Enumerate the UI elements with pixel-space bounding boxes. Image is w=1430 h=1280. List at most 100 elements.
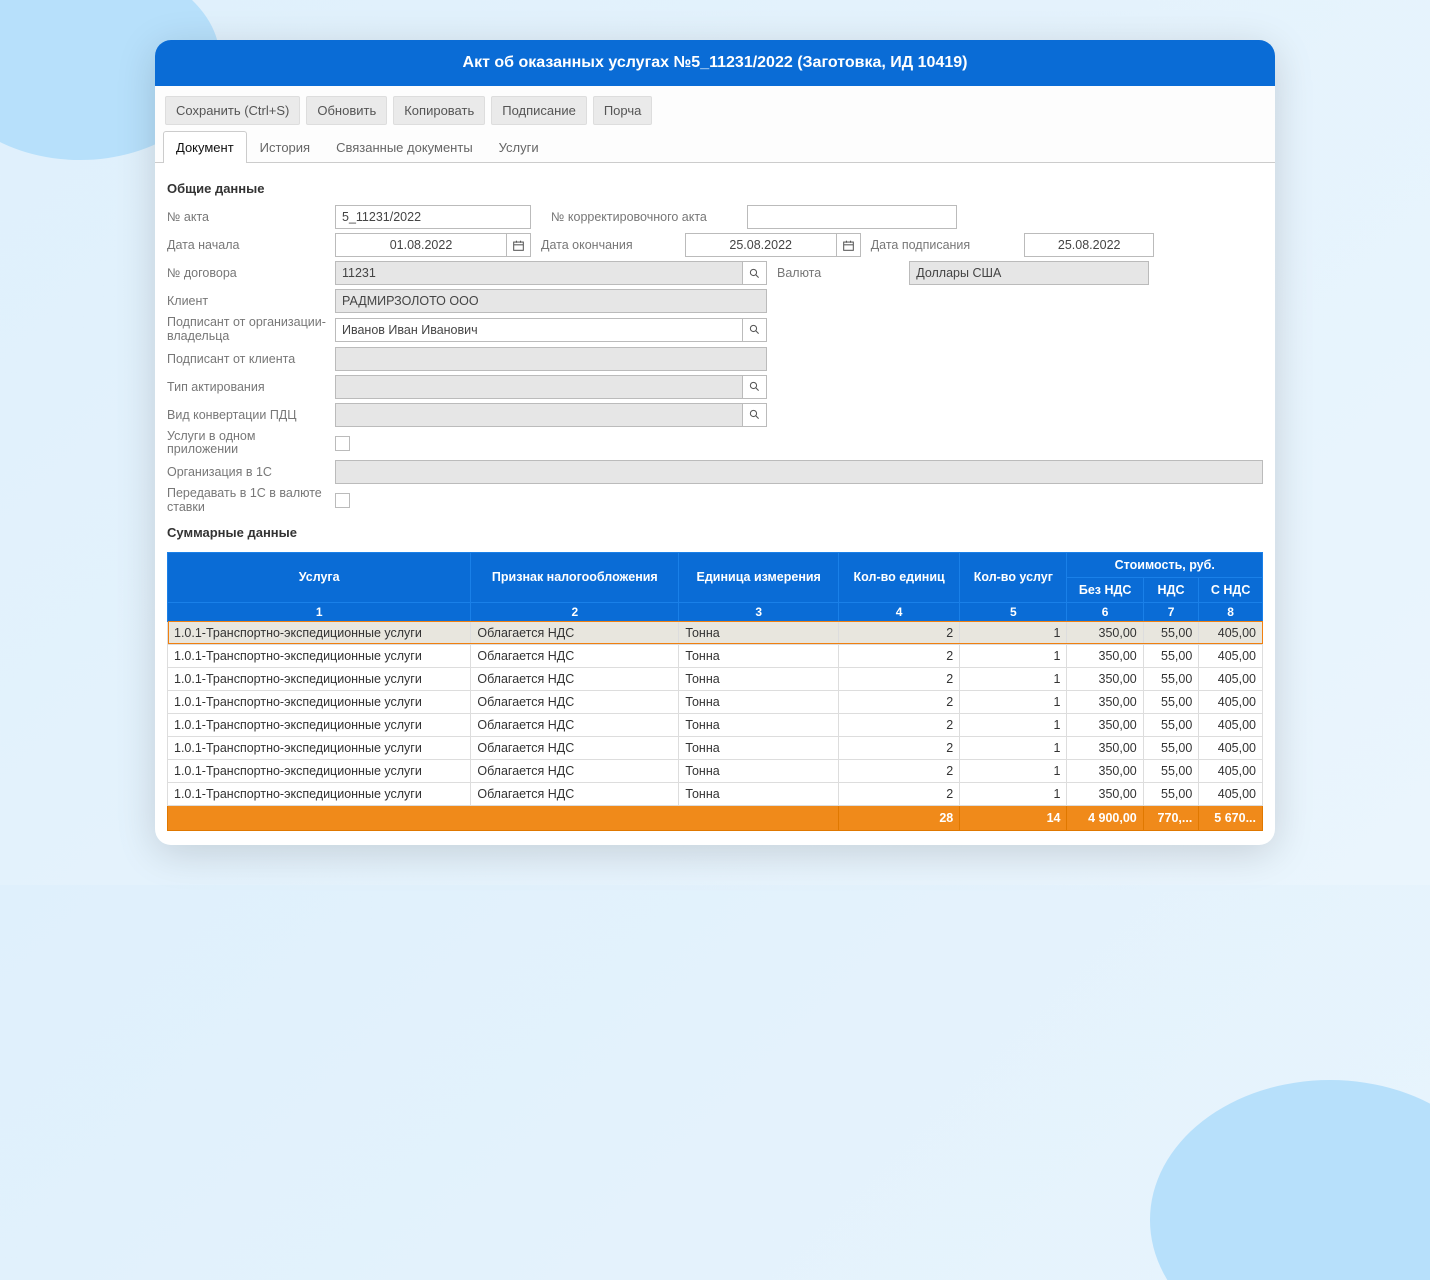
cell-unitsCount: 2 (839, 644, 960, 667)
org-signer-input[interactable] (335, 318, 743, 342)
cell-unit: Тонна (679, 621, 839, 644)
org-1c-input[interactable] (335, 460, 1263, 484)
col-cost-group[interactable]: Стоимость, руб. (1067, 552, 1263, 577)
col-vat[interactable]: НДС (1143, 577, 1199, 602)
start-date-input[interactable] (335, 233, 507, 257)
label-sign-date: Дата подписания (861, 238, 981, 252)
cell-unit: Тонна (679, 644, 839, 667)
cell-servicesCount: 1 (960, 690, 1067, 713)
table-row[interactable]: 1.0.1-Транспортно-экспедиционные услугиО… (168, 713, 1263, 736)
col-cost-with-vat[interactable]: С НДС (1199, 577, 1263, 602)
table-row[interactable]: 1.0.1-Транспортно-экспедиционные услугиО… (168, 667, 1263, 690)
toolbar: Сохранить (Ctrl+S) Обновить Копировать П… (155, 86, 1275, 131)
label-client-signer: Подписант от клиента (167, 352, 335, 366)
cell-taxSign: Облагается НДС (471, 644, 679, 667)
col-services-count[interactable]: Кол-во услуг (960, 552, 1067, 602)
col-units-count[interactable]: Кол-во единиц (839, 552, 960, 602)
cell-servicesCount: 1 (960, 782, 1067, 805)
cell-vat: 55,00 (1143, 644, 1199, 667)
cell-service: 1.0.1-Транспортно-экспедиционные услуги (168, 713, 471, 736)
cell-woVat: 350,00 (1067, 782, 1143, 805)
cell-vat: 55,00 (1143, 736, 1199, 759)
sign-button[interactable]: Подписание (491, 96, 587, 125)
cell-unitsCount: 2 (839, 736, 960, 759)
client-input[interactable] (335, 289, 767, 313)
cell-wVat: 405,00 (1199, 759, 1263, 782)
end-date-input[interactable] (685, 233, 837, 257)
col-cost-without-vat[interactable]: Без НДС (1067, 577, 1143, 602)
cell-service: 1.0.1-Транспортно-экспедиционные услуги (168, 621, 471, 644)
tab-related-docs[interactable]: Связанные документы (323, 131, 486, 163)
section-summary-header: Суммарные данные (167, 517, 1263, 546)
col-unit[interactable]: Единица измерения (679, 552, 839, 602)
app-window: Акт об оказанных услугах №5_11231/2022 (… (155, 40, 1275, 845)
services-one-app-checkbox[interactable] (335, 436, 350, 451)
cell-unit: Тонна (679, 782, 839, 805)
label-org-1c: Организация в 1С (167, 465, 335, 479)
spoilage-button[interactable]: Порча (593, 96, 653, 125)
save-button[interactable]: Сохранить (Ctrl+S) (165, 96, 300, 125)
copy-button[interactable]: Копировать (393, 96, 485, 125)
cell-woVat: 350,00 (1067, 759, 1143, 782)
table-row[interactable]: 1.0.1-Транспортно-экспедиционные услугиО… (168, 782, 1263, 805)
pass-1c-rate-currency-checkbox[interactable] (335, 493, 350, 508)
total-without-vat: 4 900,00 (1067, 805, 1143, 830)
cell-servicesCount: 1 (960, 621, 1067, 644)
colnum: 8 (1199, 602, 1263, 621)
total-units-count: 28 (839, 805, 960, 830)
cell-unit: Тонна (679, 690, 839, 713)
search-icon[interactable] (743, 318, 767, 342)
cell-servicesCount: 1 (960, 644, 1067, 667)
search-icon[interactable] (743, 403, 767, 427)
col-service[interactable]: Услуга (168, 552, 471, 602)
colnum: 7 (1143, 602, 1199, 621)
total-services-count: 14 (960, 805, 1067, 830)
tab-history[interactable]: История (247, 131, 323, 163)
search-icon[interactable] (743, 375, 767, 399)
label-correction-act-number: № корректировочного акта (531, 210, 717, 224)
titlebar: Акт об оказанных услугах №5_11231/2022 (… (155, 40, 1275, 86)
label-end-date: Дата окончания (531, 238, 643, 252)
cell-service: 1.0.1-Транспортно-экспедиционные услуги (168, 759, 471, 782)
refresh-button[interactable]: Обновить (306, 96, 387, 125)
colnum: 2 (471, 602, 679, 621)
cell-taxSign: Облагается НДС (471, 621, 679, 644)
table-totals-row: 28 14 4 900,00 770,... 5 670... (168, 805, 1263, 830)
table-row[interactable]: 1.0.1-Транспортно-экспедиционные услугиО… (168, 644, 1263, 667)
label-act-number: № акта (167, 210, 335, 224)
colnum: 1 (168, 602, 471, 621)
col-tax-sign[interactable]: Признак налогообложения (471, 552, 679, 602)
colnum: 4 (839, 602, 960, 621)
cell-wVat: 405,00 (1199, 782, 1263, 805)
tab-document[interactable]: Документ (163, 131, 247, 163)
cell-woVat: 350,00 (1067, 667, 1143, 690)
act-number-input[interactable] (335, 205, 531, 229)
content: Общие данные № акта № корректировочного … (155, 163, 1275, 845)
search-icon[interactable] (743, 261, 767, 285)
client-signer-input[interactable] (335, 347, 767, 371)
total-with-vat: 5 670... (1199, 805, 1263, 830)
cell-service: 1.0.1-Транспортно-экспедиционные услуги (168, 782, 471, 805)
pdc-conversion-input[interactable] (335, 403, 743, 427)
cell-taxSign: Облагается НДС (471, 713, 679, 736)
cell-woVat: 350,00 (1067, 690, 1143, 713)
table-row[interactable]: 1.0.1-Транспортно-экспедиционные услугиО… (168, 736, 1263, 759)
cell-unitsCount: 2 (839, 621, 960, 644)
act-type-input[interactable] (335, 375, 743, 399)
contract-number-input[interactable] (335, 261, 743, 285)
currency-input[interactable] (909, 261, 1149, 285)
table-row[interactable]: 1.0.1-Транспортно-экспедиционные услугиО… (168, 690, 1263, 713)
calendar-icon[interactable] (507, 233, 531, 257)
cell-woVat: 350,00 (1067, 713, 1143, 736)
sign-date-input[interactable] (1024, 233, 1154, 257)
tab-services[interactable]: Услуги (486, 131, 552, 163)
label-pdc-conversion: Вид конвертации ПДЦ (167, 408, 335, 422)
label-start-date: Дата начала (167, 238, 335, 252)
table-row[interactable]: 1.0.1-Транспортно-экспедиционные услугиО… (168, 759, 1263, 782)
calendar-icon[interactable] (837, 233, 861, 257)
cell-vat: 55,00 (1143, 690, 1199, 713)
table-row[interactable]: 1.0.1-Транспортно-экспедиционные услугиО… (168, 621, 1263, 644)
correction-act-number-input[interactable] (747, 205, 957, 229)
cell-servicesCount: 1 (960, 713, 1067, 736)
section-general-header: Общие данные (167, 173, 1263, 202)
